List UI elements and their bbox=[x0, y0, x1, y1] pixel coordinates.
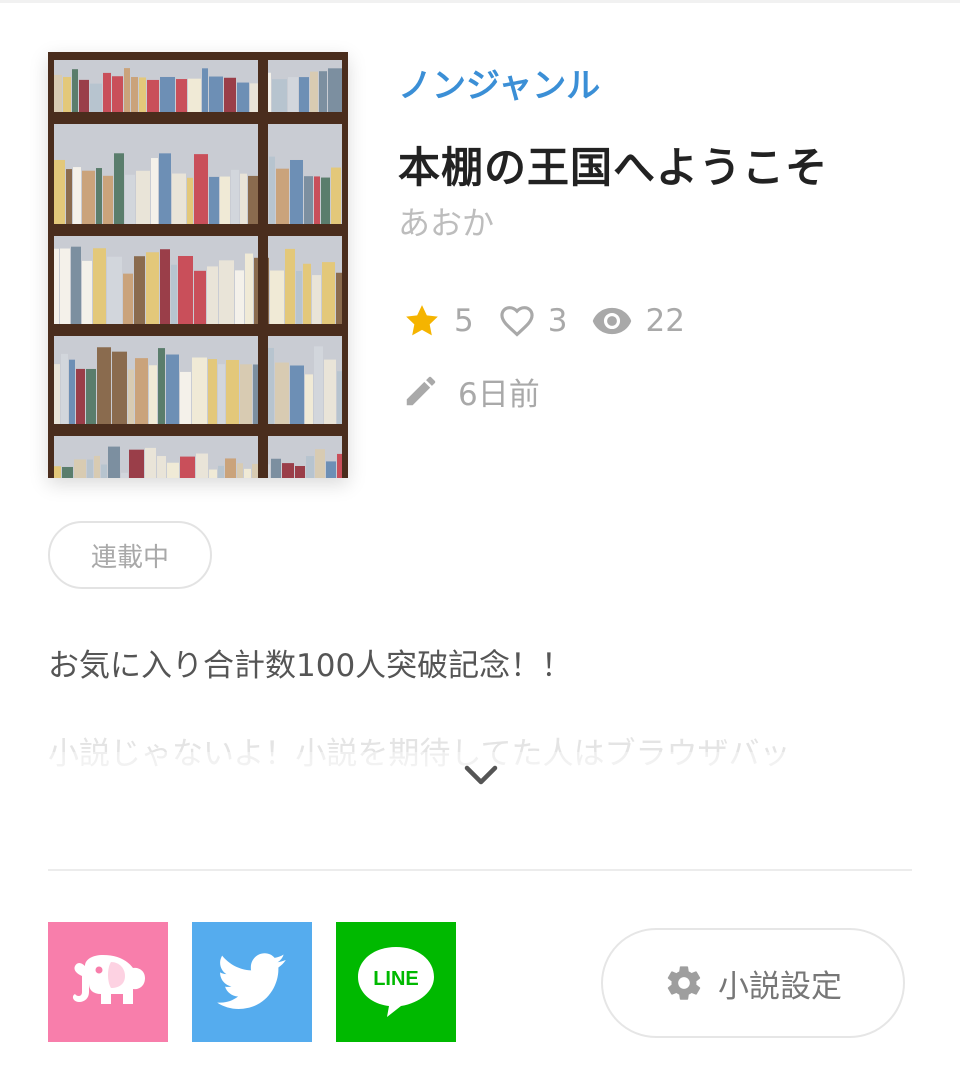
star-stat: 5 bbox=[402, 301, 474, 341]
gear-icon bbox=[667, 966, 701, 1000]
novel-settings-button[interactable]: 小説設定 bbox=[601, 928, 905, 1038]
bookshelf-illustration bbox=[48, 52, 348, 478]
star-icon bbox=[406, 305, 438, 336]
like-stat: 3 bbox=[498, 302, 568, 340]
share-line-button[interactable]: LINE bbox=[336, 922, 456, 1042]
updated-time: 6日前 bbox=[458, 376, 540, 413]
genre-link[interactable]: ノンジャンル bbox=[398, 58, 600, 107]
line-logo-icon: LINE bbox=[358, 947, 434, 1017]
top-divider bbox=[0, 0, 960, 3]
section-divider bbox=[48, 869, 912, 871]
updated-row: 6日前 bbox=[402, 366, 540, 416]
share-twitter-button[interactable] bbox=[192, 922, 312, 1042]
elephant-icon bbox=[72, 955, 145, 1004]
like-count: 3 bbox=[547, 303, 568, 339]
share-elephant-button[interactable] bbox=[48, 922, 168, 1042]
novel-settings-label: 小説設定 bbox=[718, 968, 842, 1005]
heart-icon bbox=[500, 306, 534, 337]
view-count: 22 bbox=[645, 303, 685, 339]
twitter-bird-icon bbox=[217, 953, 286, 1009]
star-count: 5 bbox=[454, 303, 474, 339]
stats-row: 5 3 22 bbox=[402, 296, 709, 346]
line-logo-text: LINE bbox=[373, 968, 419, 990]
author-link[interactable]: あおか bbox=[398, 198, 494, 244]
cover-image[interactable] bbox=[48, 52, 348, 478]
eye-icon bbox=[593, 307, 632, 335]
chevron-down-icon[interactable] bbox=[461, 760, 501, 790]
status-badge: 連載中 bbox=[48, 521, 212, 589]
view-stat: 22 bbox=[591, 303, 685, 339]
description-line-1: お気に入り合計数100人突破記念！！ bbox=[48, 648, 573, 684]
novel-title: 本棚の王国へようこそ bbox=[398, 143, 829, 192]
pencil-icon bbox=[406, 376, 436, 406]
